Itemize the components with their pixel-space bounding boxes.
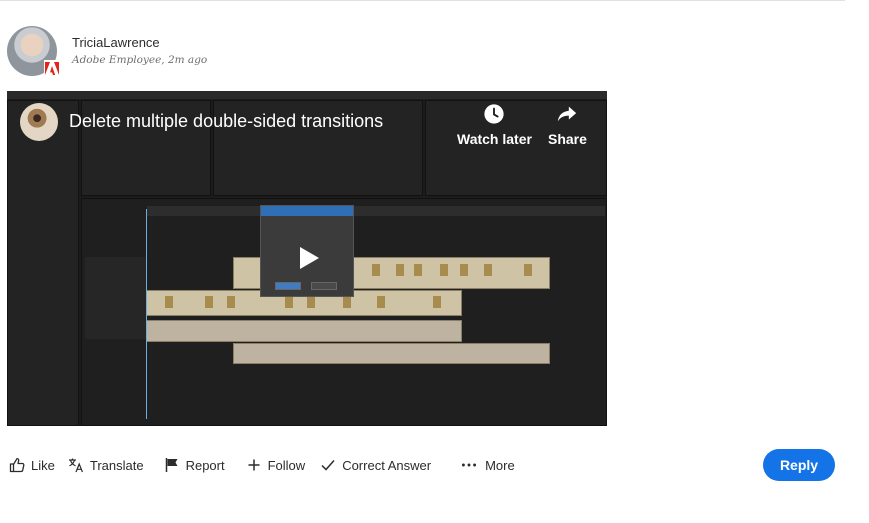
track-headers	[85, 257, 147, 339]
video-panel-left	[7, 100, 79, 426]
transition-mark	[372, 264, 380, 276]
report-label: Report	[185, 457, 225, 473]
transition-mark	[377, 296, 385, 308]
flag-icon	[163, 456, 181, 474]
transition-mark	[307, 296, 315, 308]
correct-answer-button[interactable]: Correct Answer	[319, 456, 431, 474]
more-button[interactable]: More	[459, 456, 515, 474]
ellipsis-icon	[459, 456, 479, 474]
top-divider	[0, 0, 845, 1]
timeline-ruler	[147, 206, 605, 216]
checkmark-icon	[319, 456, 337, 474]
video-app-menubar	[7, 91, 607, 99]
transition-mark	[460, 264, 468, 276]
dialog-titlebar	[261, 206, 353, 216]
transition-mark	[396, 264, 404, 276]
transition-mark	[440, 264, 448, 276]
like-button[interactable]: Like	[8, 456, 55, 474]
timeline-playhead	[146, 209, 147, 419]
translate-button[interactable]: Translate	[67, 456, 144, 474]
transition-mark	[165, 296, 173, 308]
post-action-bar: Like Translate Report Follow Correct Ans…	[8, 456, 515, 474]
dialog-cancel-button	[311, 282, 337, 290]
more-label: More	[485, 457, 515, 473]
transition-mark	[227, 296, 235, 308]
watch-later-button[interactable]: Watch later	[457, 103, 532, 147]
video-player[interactable]: Delete multiple double-sided transitions…	[7, 91, 607, 426]
reply-button[interactable]: Reply	[763, 449, 835, 481]
audio-clip-2	[233, 343, 550, 364]
author-meta: TriciaLawrence Adobe Employee, 2m ago	[72, 35, 207, 66]
transition-mark	[414, 264, 422, 276]
author-subtitle: Adobe Employee, 2m ago	[72, 54, 208, 66]
adobe-badge-icon	[44, 60, 60, 76]
plus-icon	[245, 456, 263, 474]
share-label: Share	[548, 131, 587, 147]
author-name[interactable]: TriciaLawrence	[72, 35, 207, 51]
like-label: Like	[31, 457, 55, 473]
translate-icon	[67, 456, 85, 474]
translate-label: Translate	[89, 457, 144, 473]
dialog-ok-button	[275, 282, 301, 290]
clock-icon	[484, 104, 505, 124]
share-button[interactable]: Share	[548, 103, 587, 147]
transition-mark	[205, 296, 213, 308]
transition-mark	[484, 264, 492, 276]
author-avatar[interactable]	[7, 26, 60, 76]
play-button[interactable]	[289, 243, 329, 273]
transition-mark	[524, 264, 532, 276]
follow-label: Follow	[267, 457, 306, 473]
audio-clip-1	[146, 320, 462, 342]
follow-button[interactable]: Follow	[245, 456, 306, 474]
transition-mark	[433, 296, 441, 308]
watch-later-label: Watch later	[457, 131, 532, 147]
correct-answer-label: Correct Answer	[342, 457, 432, 473]
transition-mark	[343, 296, 351, 308]
report-button[interactable]: Report	[163, 456, 225, 474]
post-author: TriciaLawrence Adobe Employee, 2m ago	[7, 26, 207, 76]
video-title[interactable]: Delete multiple double-sided transitions	[69, 111, 383, 132]
transition-mark	[285, 296, 293, 308]
play-icon	[300, 247, 319, 269]
share-arrow-icon	[558, 106, 577, 122]
thumbs-up-icon	[8, 456, 26, 474]
channel-avatar[interactable]	[20, 103, 58, 141]
